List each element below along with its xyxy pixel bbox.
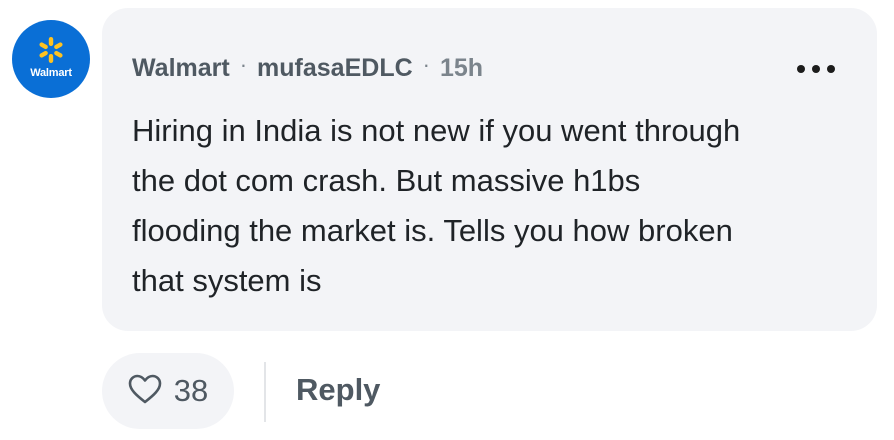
more-horizontal-icon xyxy=(827,65,835,73)
more-horizontal-icon xyxy=(812,65,820,73)
like-count: 38 xyxy=(173,373,209,408)
heart-outline-icon xyxy=(128,374,162,409)
meta-separator: · xyxy=(422,51,430,77)
username[interactable]: mufasaEDLC xyxy=(257,54,413,83)
comment-meta: Walmart · mufasaEDLC · 15h xyxy=(132,51,484,83)
avatar-label: Walmart xyxy=(30,67,72,79)
comment-text: Hiring in India is not new if you went t… xyxy=(132,113,741,298)
walmart-spark-icon xyxy=(36,37,66,65)
action-divider xyxy=(264,362,266,422)
company-name[interactable]: Walmart xyxy=(132,54,230,83)
comment-bubble: Walmart · mufasaEDLC · 15h Hiring in Ind… xyxy=(102,8,877,331)
more-options-button[interactable] xyxy=(797,60,835,78)
company-avatar[interactable]: Walmart xyxy=(12,20,90,98)
more-horizontal-icon xyxy=(797,65,805,73)
like-button[interactable]: 38 xyxy=(102,353,234,429)
reply-button[interactable]: Reply xyxy=(296,372,380,408)
meta-separator: · xyxy=(239,51,248,77)
timestamp: 15h xyxy=(439,54,484,82)
comment-card: Walmart Walmart · mufasaEDLC · 15h Hirin… xyxy=(0,0,894,440)
